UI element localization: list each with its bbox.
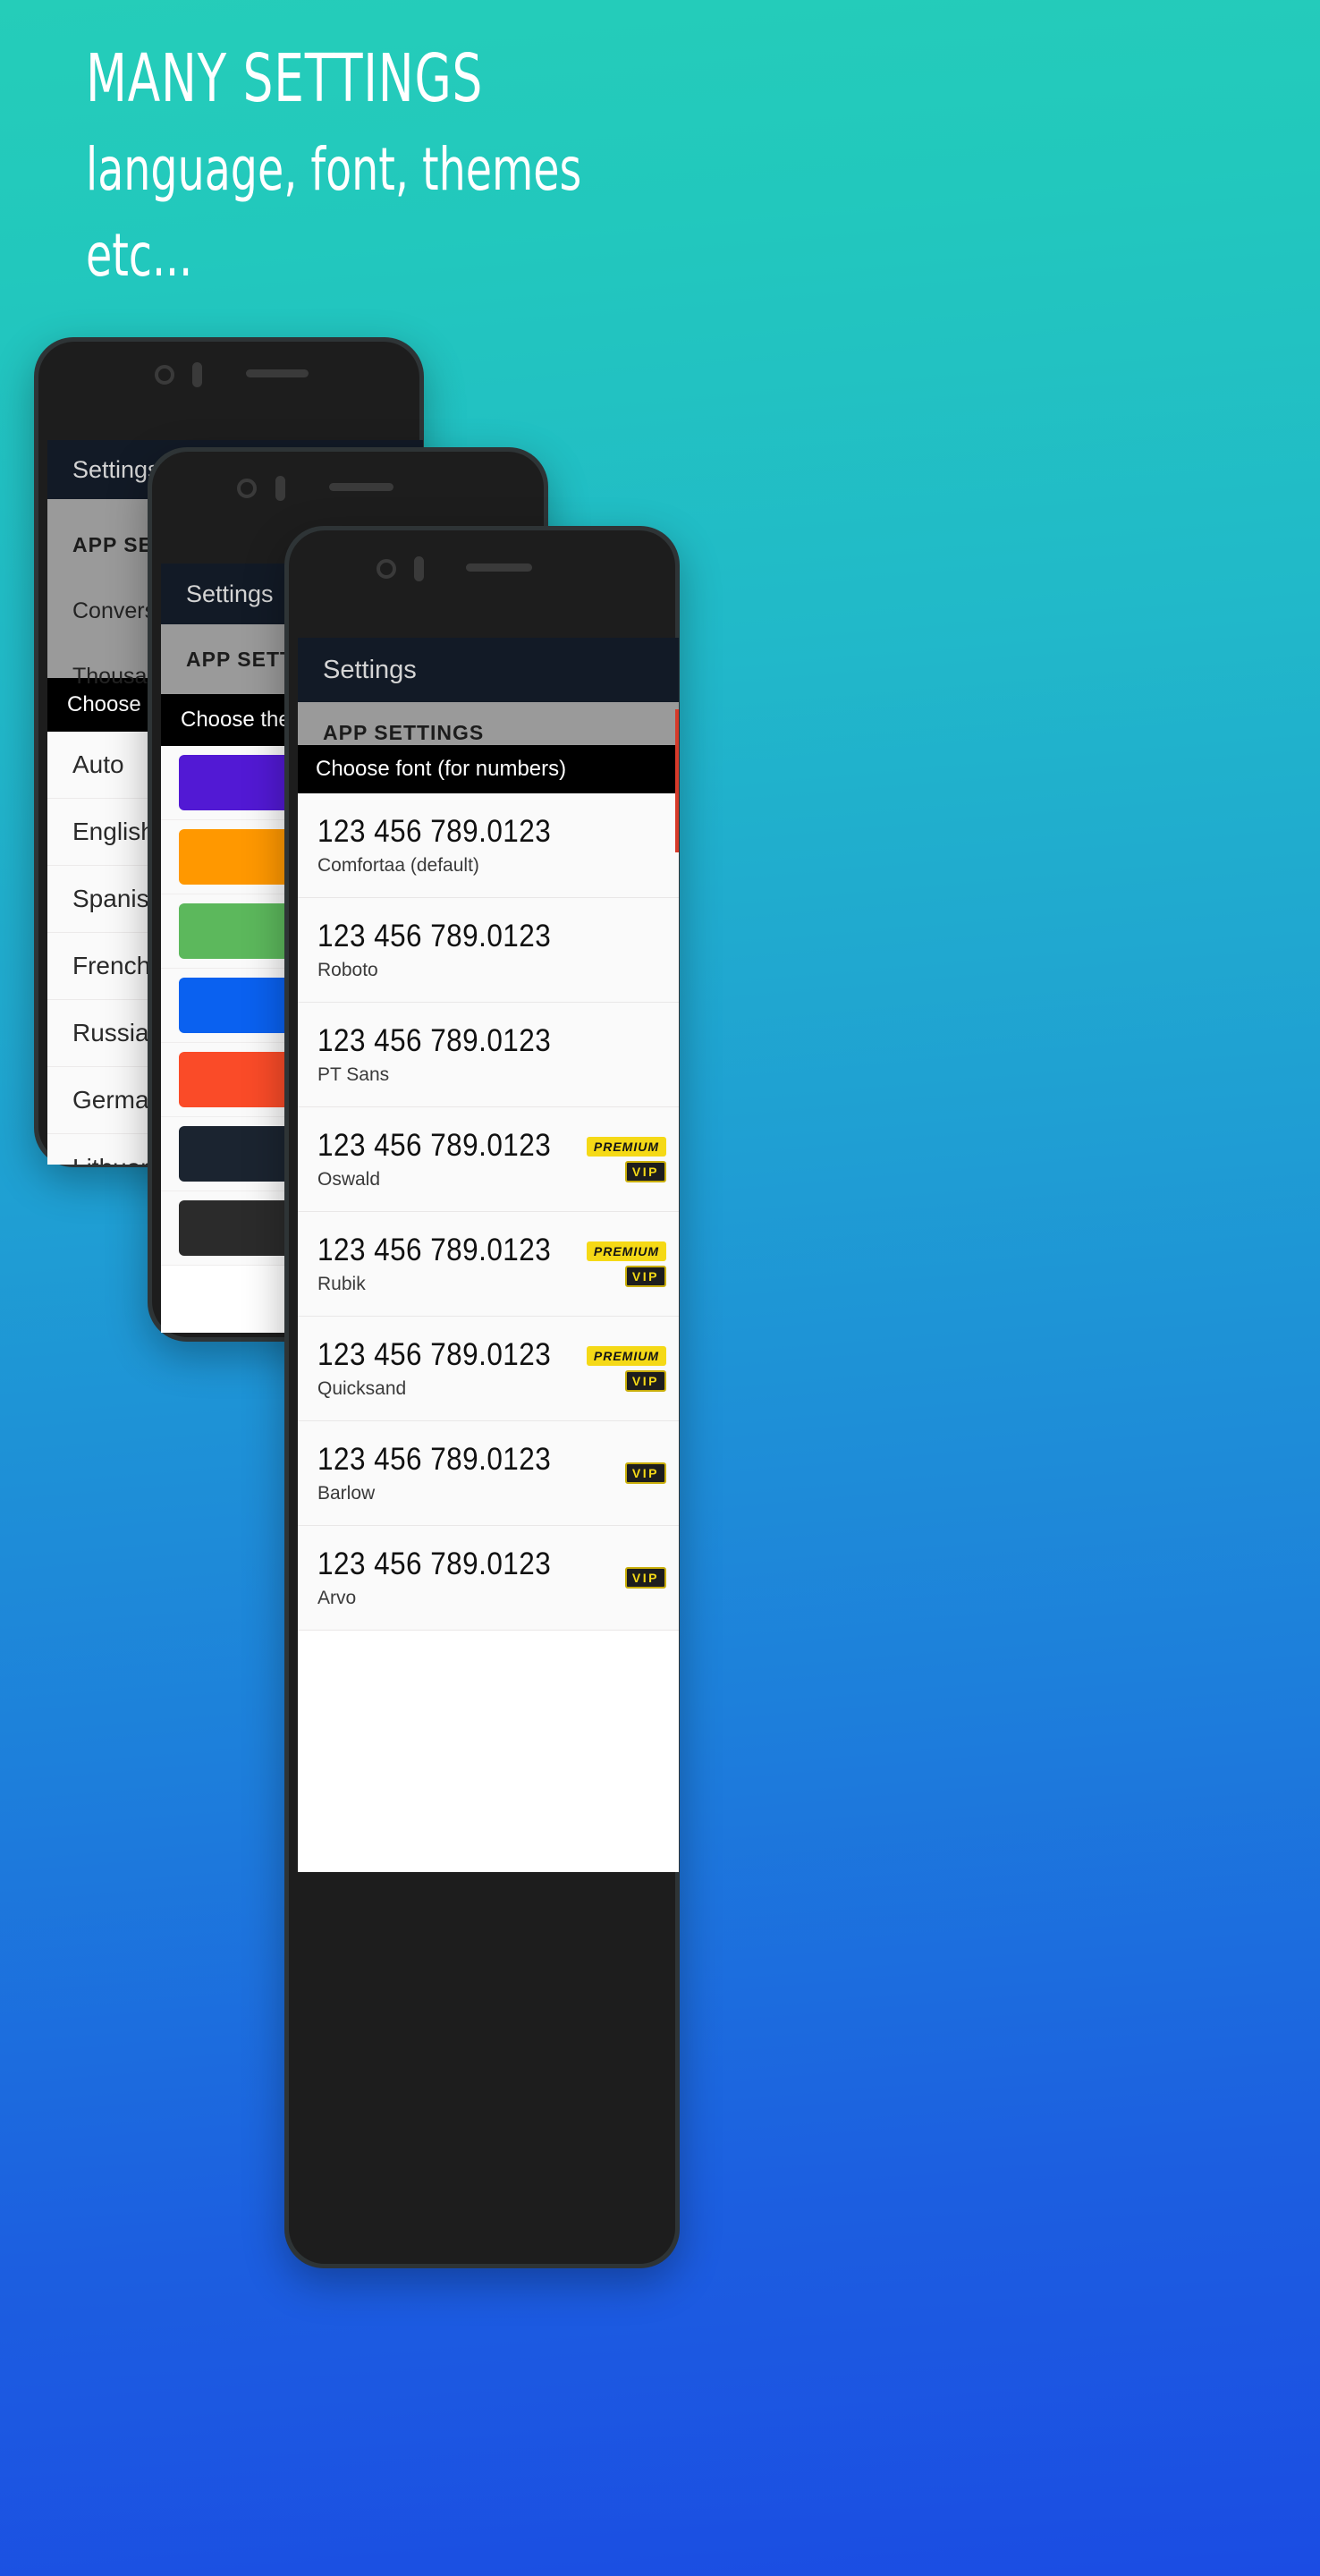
- phone3-topbar: [289, 530, 675, 597]
- font-option-info: 123 456 789.0123 Rubik: [317, 1233, 587, 1295]
- phone-mockup-font: Settings APP SETTINGS Choose font (for n…: [284, 526, 680, 2268]
- font-name-label: PT Sans: [317, 1064, 390, 1085]
- headline-line-1: MANY SETTINGS: [86, 40, 484, 117]
- font-option-comfortaa[interactable]: 123 456 789.0123 Comfortaa (default): [298, 793, 679, 898]
- phone2-topbar: [152, 452, 544, 518]
- font-option-oswald[interactable]: 123 456 789.0123 Oswald PREMIUM VIP: [298, 1107, 679, 1212]
- premium-badge: PREMIUM: [586, 1345, 666, 1366]
- font-name-label: Roboto: [317, 960, 378, 980]
- font-name-label: Rubik: [317, 1274, 366, 1294]
- phone1-appbar-title: Settings: [72, 455, 160, 483]
- font-sample-numbers: 123 456 789.0123: [317, 919, 552, 953]
- speaker-icon: [246, 369, 309, 377]
- sensor-icon: [275, 476, 285, 501]
- speaker-icon: [466, 564, 532, 572]
- phone3-screen: Settings APP SETTINGS Choose font (for n…: [298, 638, 679, 1872]
- font-option-quicksand[interactable]: 123 456 789.0123 Quicksand PREMIUM VIP: [298, 1317, 679, 1421]
- premium-badge: PREMIUM: [586, 1136, 666, 1157]
- premium-badge: PREMIUM: [586, 1241, 666, 1261]
- camera-icon: [155, 365, 174, 385]
- font-name-label: Comfortaa (default): [317, 855, 479, 876]
- font-badges: PREMIUM VIP: [586, 1136, 666, 1182]
- scrollbar[interactable]: [675, 709, 679, 852]
- font-name-label: Oswald: [317, 1169, 381, 1190]
- language-option-label: French: [72, 952, 151, 979]
- language-option-label: English: [72, 818, 155, 845]
- vip-badge: VIP: [624, 1567, 666, 1589]
- font-option-info: 123 456 789.0123 Oswald: [317, 1128, 587, 1191]
- font-name-label: Quicksand: [317, 1378, 407, 1399]
- headline-line-2: language, font, themes: [86, 135, 582, 204]
- font-badges: VIP: [624, 1462, 666, 1484]
- font-option-info: 123 456 789.0123 Comfortaa (default): [317, 814, 666, 877]
- font-option-barlow[interactable]: 123 456 789.0123 Barlow VIP: [298, 1421, 679, 1526]
- font-sample-numbers: 123 456 789.0123: [317, 814, 552, 849]
- font-option-arvo[interactable]: 123 456 789.0123 Arvo VIP: [298, 1526, 679, 1631]
- sensor-icon: [192, 362, 202, 387]
- font-option-info: 123 456 789.0123 Arvo: [317, 1546, 625, 1609]
- phone3-dialog-title: Choose font (for numbers): [298, 745, 679, 793]
- phone3-font-list: 123 456 789.0123 Comfortaa (default) 123 4…: [298, 793, 679, 1631]
- font-sample-numbers: 123 456 789.0123: [317, 1337, 552, 1372]
- font-sample-numbers: 123 456 789.0123: [317, 1023, 552, 1058]
- font-sample-numbers: 123 456 789.0123: [317, 1546, 552, 1581]
- vip-badge: VIP: [624, 1462, 666, 1484]
- vip-badge: VIP: [624, 1369, 666, 1392]
- font-sample-numbers: 123 456 789.0123: [317, 1128, 552, 1163]
- font-option-info: 123 456 789.0123 PT Sans: [317, 1023, 666, 1086]
- font-sample-numbers: 123 456 789.0123: [317, 1442, 552, 1477]
- speaker-icon: [329, 483, 393, 491]
- camera-icon: [237, 479, 257, 498]
- font-option-info: 123 456 789.0123 Barlow: [317, 1442, 625, 1504]
- sensor-icon: [414, 556, 424, 581]
- font-name-label: Arvo: [317, 1588, 357, 1608]
- font-name-label: Barlow: [317, 1483, 376, 1504]
- phone1-topbar: [38, 342, 419, 408]
- font-option-pt[interactable]: 123 456 789.0123 PT Sans: [298, 1003, 679, 1107]
- vip-badge: VIP: [624, 1265, 666, 1287]
- phone3-section-header: APP SETTINGS: [298, 702, 679, 745]
- font-option-rubik[interactable]: 123 456 789.0123 Rubik PREMIUM VIP: [298, 1212, 679, 1317]
- language-option-label: Auto: [72, 750, 124, 778]
- font-badges: PREMIUM VIP: [586, 1241, 666, 1287]
- font-option-roboto[interactable]: 123 456 789.0123 Roboto: [298, 898, 679, 1003]
- font-option-info: 123 456 789.0123 Roboto: [317, 919, 666, 981]
- font-option-info: 123 456 789.0123 Quicksand: [317, 1337, 587, 1400]
- headline-line-3: etc...: [86, 221, 193, 290]
- promo-headline: MANY SETTINGS language, font, themes etc…: [86, 38, 1159, 299]
- phone2-appbar-title: Settings: [186, 580, 274, 607]
- vip-badge: VIP: [624, 1160, 666, 1182]
- phone3-appbar-title: Settings: [323, 655, 417, 684]
- phone3-body: Settings APP SETTINGS Choose font (for n…: [289, 530, 679, 2264]
- font-sample-numbers: 123 456 789.0123: [317, 1233, 552, 1267]
- camera-icon: [377, 559, 396, 579]
- font-badges: PREMIUM VIP: [586, 1345, 666, 1392]
- phone3-appbar: Settings: [298, 638, 679, 702]
- font-badges: VIP: [624, 1567, 666, 1589]
